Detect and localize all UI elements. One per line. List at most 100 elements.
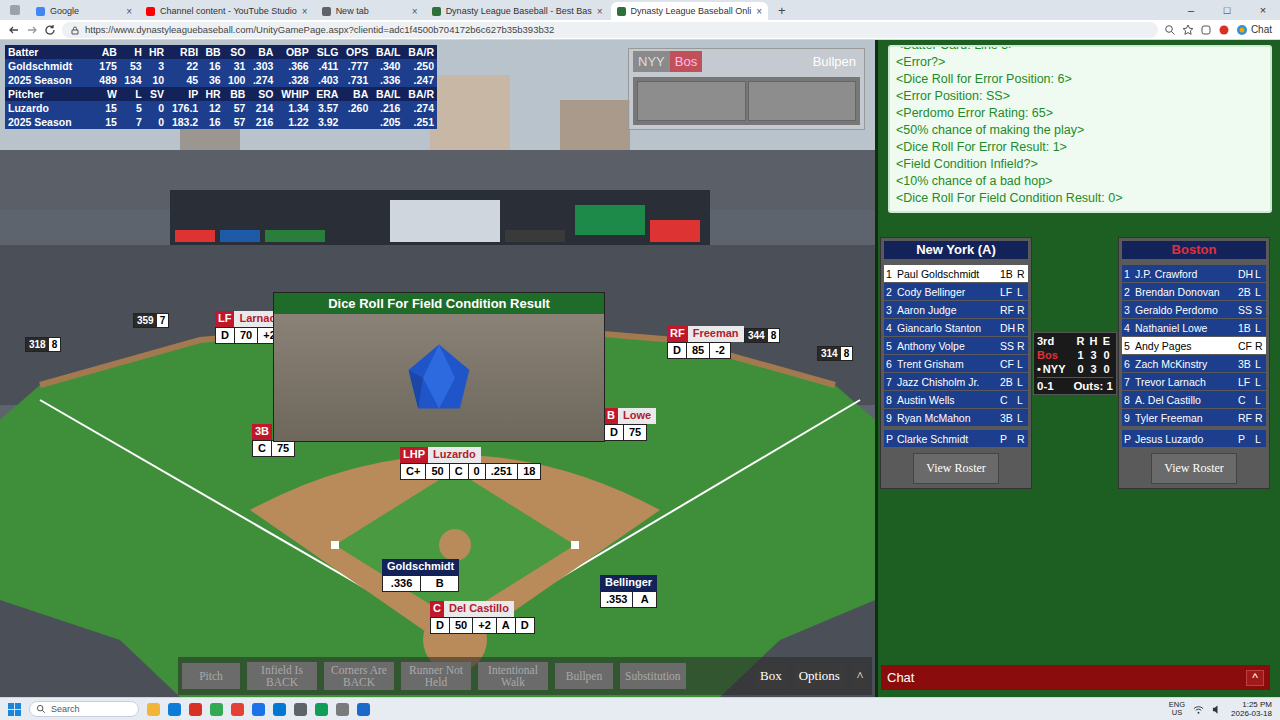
control-button[interactable]: Pitch — [182, 663, 240, 689]
tab-label: Channel content - YouTube Studio — [160, 6, 297, 16]
log-line: <Dice Roll For Error Result: 1> — [896, 139, 1264, 156]
stats-row: 2025 Season489134104536100.274.328.403.7… — [5, 73, 437, 87]
taskbar-app-icon[interactable] — [273, 703, 286, 716]
taskbar-search[interactable]: Search — [29, 701, 139, 717]
lineup-row[interactable]: 1 Paul Goldschmidt 1B R — [884, 265, 1028, 282]
back-icon[interactable] — [8, 24, 20, 36]
taskbar-app-icon[interactable] — [315, 703, 328, 716]
new-tab-button[interactable]: + — [770, 3, 794, 20]
taskbar-app-icon[interactable] — [210, 703, 223, 716]
chat-bar[interactable]: Chat ^ — [881, 665, 1270, 690]
game-canvas[interactable]: BatterABHHRRBIBBSOBAOBPSLGOPSBA/LBA/RGol… — [0, 40, 875, 697]
reload-icon[interactable] — [44, 24, 56, 36]
bullpen-team-tab[interactable]: NYY — [633, 51, 670, 72]
lineup-row[interactable]: 2 Cody Bellinger LF L — [884, 283, 1028, 300]
lineup-row[interactable]: 7 Jazz Chisholm Jr. 2B L — [884, 373, 1028, 390]
control-button[interactable]: Runner Not Held — [401, 662, 471, 690]
wifi-icon[interactable] — [1193, 704, 1204, 715]
player-name: Del Castillo — [444, 601, 514, 617]
control-button[interactable]: Substitution — [620, 663, 686, 689]
lineup-row[interactable]: 8 A. Del Castillo C L — [1122, 391, 1266, 408]
player-tag[interactable]: Bellinger .353A — [600, 575, 657, 608]
lineup-row[interactable]: 9 Ryan McMahon 3B L — [884, 409, 1028, 426]
lineup-row[interactable]: 9 Tyler Freeman RF R — [1122, 409, 1266, 426]
taskbar-app-icon[interactable] — [252, 703, 265, 716]
profile-icon[interactable] — [1218, 24, 1230, 36]
control-button[interactable]: Corners Are BACK — [324, 662, 394, 690]
tab-close-button[interactable]: × — [412, 6, 418, 17]
player-tag[interactable]: Goldschmidt .336B — [382, 559, 459, 592]
rating-row: .353A — [600, 591, 657, 608]
distance-marker: 3148 — [817, 346, 853, 361]
forward-icon[interactable] — [26, 24, 38, 36]
chat-button[interactable]: Chat — [1236, 24, 1272, 36]
lineup-row[interactable]: 4 Giancarlo Stanton DH R — [884, 319, 1028, 336]
tab-close-button[interactable]: × — [126, 6, 132, 17]
taskbar-app-icon[interactable] — [147, 703, 160, 716]
lineup-row[interactable]: 3 Aaron Judge RF R — [884, 301, 1028, 318]
star-icon[interactable] — [1182, 24, 1194, 36]
chat-toggle-button[interactable]: ^ — [1246, 670, 1264, 686]
browser-tab[interactable]: Dynasty League Baseball Onli × — [611, 2, 768, 20]
game-log: <Batter Card: Line 3><Error?><Dice Roll … — [888, 45, 1272, 213]
window-control[interactable]: – — [1174, 4, 1208, 16]
language-indicator[interactable]: ENGUS — [1169, 701, 1185, 717]
position-label: 3B — [252, 424, 272, 440]
clock[interactable]: 1:25 PM2026-03-18 — [1231, 700, 1272, 718]
control-button[interactable]: ^ — [852, 663, 868, 689]
player-tag[interactable]: RF Freeman D85-2 — [667, 326, 744, 359]
taskbar-app-icon[interactable] — [357, 703, 370, 716]
browser-tab[interactable]: Channel content - YouTube Studio × — [140, 2, 314, 20]
control-button[interactable]: Intentional Walk — [478, 662, 548, 690]
browser-tab[interactable]: Google × — [30, 2, 138, 20]
browser-tab[interactable]: New tab × — [316, 2, 424, 20]
log-line: <Batter Card: Line 3> — [896, 45, 1264, 54]
lineup-row[interactable]: 6 Trent Grisham CF L — [884, 355, 1028, 372]
tab-close-button[interactable]: × — [597, 6, 603, 17]
url-field[interactable]: https://www.dynastyleaguebaseball.com/Un… — [62, 22, 1158, 38]
view-roster-button[interactable]: View Roster — [1151, 453, 1237, 484]
extensions-icon[interactable] — [1200, 24, 1212, 36]
url-text: https://www.dynastyleaguebaseball.com/Un… — [85, 24, 554, 35]
taskbar-app-icon[interactable] — [231, 703, 244, 716]
lineup-row[interactable]: 4 Nathaniel Lowe 1B L — [1122, 319, 1266, 336]
player-tag[interactable]: C Del Castillo D50+2AD — [430, 601, 535, 634]
tab-close-button[interactable]: × — [302, 6, 308, 17]
lineup-row[interactable]: 7 Trevor Larnach LF L — [1122, 373, 1266, 390]
window-control[interactable]: × — [1246, 4, 1280, 16]
view-roster-button[interactable]: View Roster — [913, 453, 999, 484]
control-button[interactable]: Bullpen — [555, 663, 613, 689]
taskbar-app-icon[interactable] — [168, 703, 181, 716]
lineup-row[interactable]: 8 Austin Wells C L — [884, 391, 1028, 408]
pitcher-row[interactable]: P Jesus Luzardo P L — [1122, 430, 1266, 447]
control-button[interactable]: Box — [755, 663, 787, 689]
lineup-row[interactable]: 6 Zach McKinstry 3B L — [1122, 355, 1266, 372]
player-tag[interactable]: LHP Luzardo C+50C0.25118 — [400, 447, 541, 480]
tab-close-button[interactable]: × — [756, 6, 762, 17]
player-tag[interactable]: B Lowe D75 — [604, 408, 656, 441]
stats-row: Goldschmidt175533221631.303.366.411.777.… — [5, 59, 437, 73]
score-row: •NYY 030 — [1037, 363, 1113, 375]
window-control[interactable]: □ — [1210, 4, 1244, 16]
lineup-row[interactable]: 2 Brendan Donovan 2B L — [1122, 283, 1266, 300]
tab-search-icon[interactable] — [10, 5, 20, 15]
windows-start-icon[interactable] — [8, 703, 21, 716]
lineup-row[interactable]: 1 J.P. Crawford DH L — [1122, 265, 1266, 282]
pitcher-row[interactable]: P Clarke Schmidt P R — [884, 430, 1028, 447]
lineup-row[interactable]: 3 Geraldo Perdomo SS S — [1122, 301, 1266, 318]
taskbar-app-icon[interactable] — [294, 703, 307, 716]
volume-icon[interactable] — [1212, 704, 1223, 715]
control-button[interactable]: Infield Is BACK — [247, 662, 317, 690]
lineup-title: Boston — [1122, 241, 1266, 259]
lineup-row[interactable]: 5 Anthony Volpe SS R — [884, 337, 1028, 354]
bullpen-team-tab[interactable]: Bos — [670, 51, 702, 72]
stats-row: 2025 Season1570183.216572161.223.92.205.… — [5, 115, 437, 129]
site-info-icon[interactable] — [70, 25, 80, 35]
lineup-row[interactable]: 5 Andy Pages CF R — [1122, 337, 1266, 354]
distance-marker: 3188 — [25, 337, 61, 352]
taskbar-app-icon[interactable] — [189, 703, 202, 716]
taskbar-app-icon[interactable] — [336, 703, 349, 716]
control-button[interactable]: Options — [794, 663, 845, 689]
browser-tab[interactable]: Dynasty League Baseball - Best Bas × — [426, 2, 609, 20]
zoom-icon[interactable] — [1164, 24, 1176, 36]
